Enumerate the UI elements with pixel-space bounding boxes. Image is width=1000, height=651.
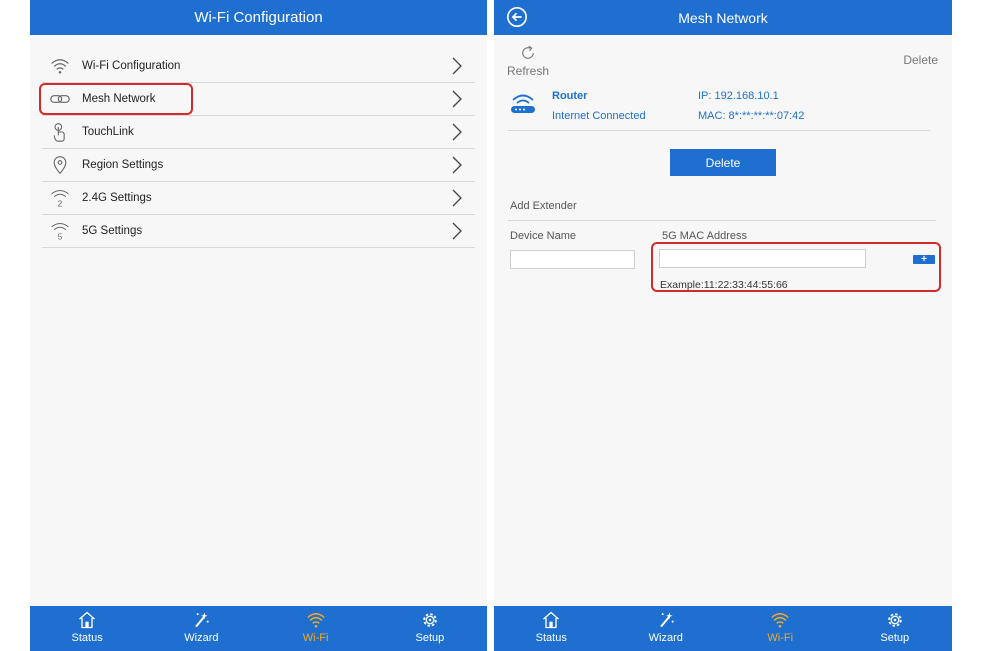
delete-button[interactable]: Delete	[670, 149, 776, 176]
page-title: Mesh Network	[678, 9, 768, 26]
menu-item-wifi-configuration[interactable]: Wi-Fi Configuration	[42, 50, 475, 83]
location-pin-icon	[50, 155, 70, 175]
header-bar: Mesh Network	[494, 0, 952, 35]
wifi-icon	[771, 613, 790, 628]
bottom-tab-bar: Status Wizard Wi-Fi Setup	[30, 606, 487, 651]
page-title: Wi-Fi Configuration	[194, 9, 323, 26]
tab-wizard[interactable]: Wizard	[609, 606, 724, 651]
tab-wifi[interactable]: Wi-Fi	[259, 606, 373, 651]
menu-item-touchlink[interactable]: TouchLink	[42, 116, 475, 149]
refresh-label: Refresh	[506, 64, 550, 78]
add-extender-heading: Add Extender	[510, 200, 577, 212]
gear-icon	[888, 613, 902, 627]
device-mac: MAC: 8*:**:**:**:07:42	[698, 110, 805, 122]
menu-item-label: Region Settings	[82, 159, 164, 171]
wand-icon	[195, 612, 210, 628]
highlight-mesh-network	[39, 83, 193, 115]
device-status: Internet Connected	[552, 110, 646, 122]
touch-icon	[50, 122, 70, 142]
tab-wizard[interactable]: Wizard	[144, 606, 258, 651]
mesh-network-screen: Mesh Network Refresh Delete Router Inter…	[494, 0, 952, 651]
svg-text:5: 5	[58, 231, 63, 241]
tab-label: Wizard	[648, 632, 683, 644]
menu-item-label: 2.4G Settings	[82, 192, 152, 204]
menu-item-label: Wi-Fi Configuration	[82, 60, 181, 72]
menu-item-region-settings[interactable]: Region Settings	[42, 149, 475, 182]
home-icon	[79, 611, 96, 629]
chevron-right-icon	[452, 57, 462, 75]
tab-label: Setup	[415, 632, 445, 644]
tab-setup[interactable]: Setup	[373, 606, 487, 651]
tab-setup[interactable]: Setup	[838, 606, 953, 651]
wifi-icon	[50, 56, 70, 76]
tab-label: Status	[535, 632, 567, 644]
wand-icon	[659, 612, 674, 628]
tab-label: Wi-Fi	[302, 632, 329, 644]
tab-wifi[interactable]: Wi-Fi	[723, 606, 838, 651]
svg-text:2: 2	[58, 198, 63, 208]
device-row-router[interactable]: Router Internet Connected IP: 192.168.10…	[508, 88, 930, 131]
tab-label: Wi-Fi	[767, 632, 794, 644]
delete-link[interactable]: Delete	[903, 53, 938, 67]
chevron-right-icon	[452, 123, 462, 141]
highlight-mac-input	[651, 242, 941, 292]
tab-label: Setup	[880, 632, 910, 644]
refresh-button[interactable]: Refresh	[506, 44, 550, 78]
chevron-right-icon	[452, 222, 462, 240]
device-ip: IP: 192.168.10.1	[698, 90, 779, 102]
menu-item-24g-settings[interactable]: 2 2.4G Settings	[42, 182, 475, 215]
menu-item-5g-settings[interactable]: 5 5G Settings	[42, 215, 475, 248]
chevron-right-icon	[452, 90, 462, 108]
wifi-5g-icon: 5	[50, 221, 70, 241]
wifi-icon	[306, 613, 325, 628]
gear-icon	[423, 613, 437, 627]
header-bar: Wi-Fi Configuration	[30, 0, 487, 35]
chevron-right-icon	[452, 156, 462, 174]
wifi-configuration-screen: Wi-Fi Configuration Wi-Fi Configuration …	[30, 0, 487, 651]
device-name-input[interactable]	[510, 250, 635, 269]
device-name: Router	[552, 90, 588, 102]
settings-menu: Wi-Fi Configuration Mesh Network TouchLi…	[42, 50, 475, 248]
home-icon	[543, 611, 560, 629]
wifi-2g-icon: 2	[50, 188, 70, 208]
bottom-tab-bar: Status Wizard Wi-Fi Setup	[494, 606, 952, 651]
chevron-right-icon	[452, 189, 462, 207]
divider	[508, 220, 936, 221]
device-name-label: Device Name	[510, 230, 577, 242]
tab-status[interactable]: Status	[30, 606, 144, 651]
mac-address-label: 5G MAC Address	[662, 230, 747, 242]
back-arrow-icon[interactable]	[506, 6, 528, 28]
tab-label: Status	[71, 632, 103, 644]
tab-label: Wizard	[184, 632, 219, 644]
router-icon	[511, 94, 535, 113]
tab-status[interactable]: Status	[494, 606, 609, 651]
refresh-icon	[522, 45, 534, 59]
menu-item-label: 5G Settings	[82, 225, 143, 237]
menu-item-label: TouchLink	[82, 126, 134, 138]
